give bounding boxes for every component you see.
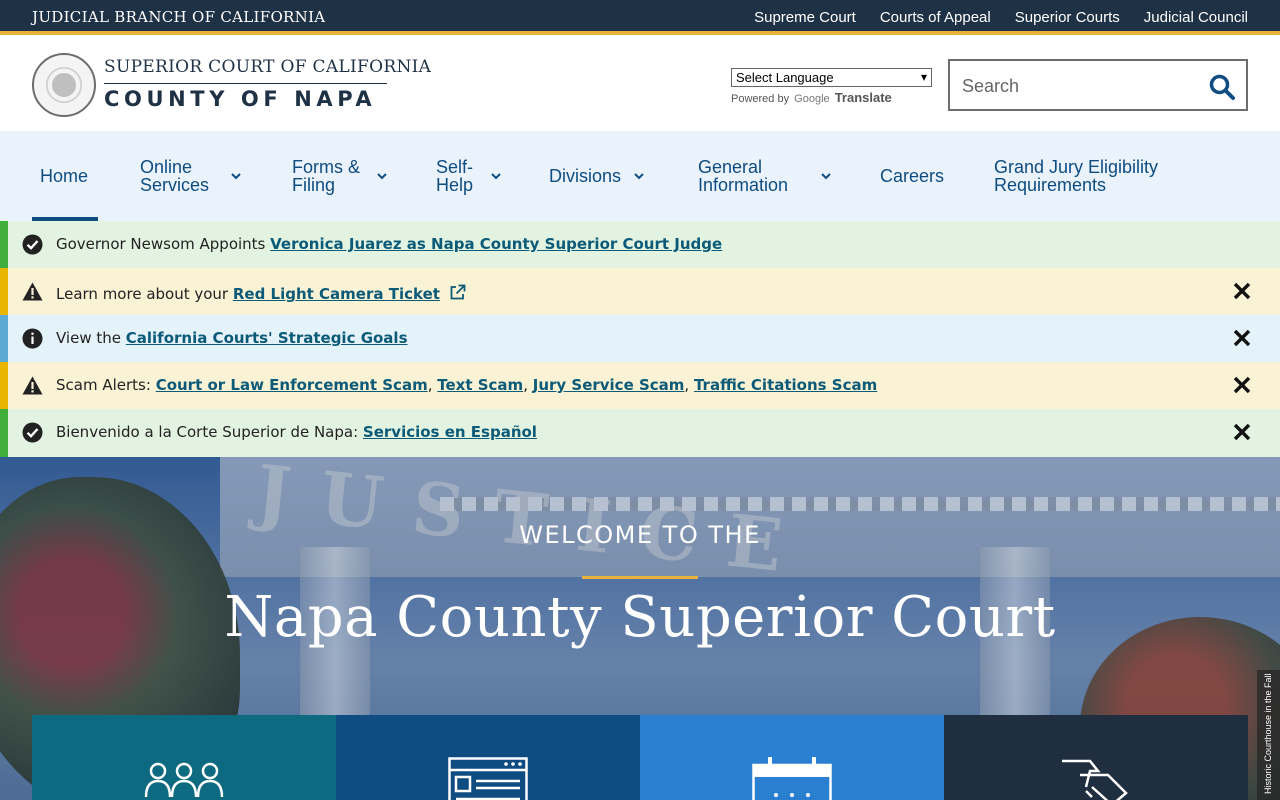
branch-links: Supreme Court Courts of Appeal Superior …: [754, 9, 1248, 26]
alert-text: Scam Alerts: Court or Law Enforcement Sc…: [56, 376, 878, 394]
google-logo-text: Google: [794, 93, 830, 105]
courts-of-appeal-link[interactable]: Courts of Appeal: [880, 9, 991, 26]
alert-text: Governor Newsom Appoints Veronica Juarez…: [56, 235, 722, 253]
red-light-camera-link[interactable]: Red Light Camera Ticket: [233, 285, 440, 303]
nav-online-services[interactable]: Online Services: [140, 131, 242, 221]
quick-link-tile-jury[interactable]: [32, 715, 336, 800]
supreme-court-link[interactable]: Supreme Court: [754, 9, 856, 26]
hero-title: Napa County Superior Court: [224, 585, 1056, 650]
alert-banner: Learn more about your Red Light Camera T…: [0, 268, 1280, 315]
nav-forms-filing-label: Forms & Filing: [292, 157, 361, 195]
chevron-down-icon: [634, 173, 644, 180]
nav-self-help[interactable]: Self-Help: [436, 131, 502, 221]
alert-banner: Governor Newsom Appoints Veronica Juarez…: [0, 221, 1280, 268]
court-name-line1[interactable]: SUPERIOR COURT OF CALIFORNIA: [104, 57, 431, 77]
calendar-icon: [752, 757, 832, 800]
external-link-icon[interactable]: [449, 284, 466, 301]
close-icon[interactable]: [1232, 281, 1252, 301]
photo-caption: Historic Courthouse in the Fall: [1257, 670, 1280, 800]
site-header: SUPERIOR COURT OF CALIFORNIA COUNTY OF N…: [0, 39, 1280, 131]
jury-service-scam-link[interactable]: Jury Service Scam: [533, 376, 685, 394]
judicial-branch-link[interactable]: JUDICIAL BRANCH OF CALIFORNIA: [32, 8, 325, 26]
photo-caption-text: Historic Courthouse in the Fall: [1263, 673, 1273, 794]
alert-text: Bienvenido a la Corte Superior de Napa: …: [56, 423, 537, 441]
text-scam-link[interactable]: Text Scam: [437, 376, 523, 394]
browser-window-icon: [448, 757, 528, 800]
court-name-line2[interactable]: COUNTY OF NAPA: [104, 87, 376, 111]
powered-by-text: Powered by: [731, 93, 790, 105]
quick-link-tile-payments[interactable]: [944, 715, 1248, 800]
chevron-down-icon: [491, 173, 501, 180]
nav-forms-filing[interactable]: Forms & Filing: [292, 131, 388, 221]
nav-general-information-label: General Information: [698, 157, 789, 195]
nav-online-services-label: Online Services: [140, 157, 210, 195]
nav-careers[interactable]: Careers: [880, 131, 944, 221]
alert-prefix: View the: [56, 329, 126, 347]
appointment-link[interactable]: Veronica Juarez as Napa County Superior …: [270, 235, 722, 253]
nav-divisions[interactable]: Divisions: [549, 131, 645, 221]
close-icon[interactable]: [1232, 375, 1252, 395]
alert-banner: Scam Alerts: Court or Law Enforcement Sc…: [0, 362, 1280, 409]
traffic-citations-scam-link[interactable]: Traffic Citations Scam: [694, 376, 877, 394]
spanish-services-link[interactable]: Servicios en Español: [363, 423, 537, 441]
chevron-down-icon: [231, 173, 241, 180]
info-icon: [22, 328, 43, 349]
alert-prefix: Learn more about your: [56, 285, 233, 303]
judicial-council-link[interactable]: Judicial Council: [1144, 9, 1248, 26]
search-icon[interactable]: [1208, 73, 1236, 101]
alert-prefix: Scam Alerts:: [56, 376, 156, 394]
close-icon[interactable]: [1232, 422, 1252, 442]
google-translate-attribution: Powered by Google Translate: [731, 90, 892, 105]
main-navigation: Home Online Services Forms & Filing Self…: [0, 131, 1280, 221]
warning-icon: [22, 376, 43, 395]
alert-banner: Bienvenido a la Corte Superior de Napa: …: [0, 409, 1280, 457]
check-circle-icon: [22, 422, 43, 443]
people-icon: [144, 762, 224, 798]
alert-prefix: Bienvenido a la Corte Superior de Napa:: [56, 423, 363, 441]
strategic-goals-link[interactable]: California Courts' Strategic Goals: [126, 329, 408, 347]
search-box: [948, 59, 1248, 111]
chevron-down-icon: [377, 173, 387, 180]
logo-divider: [104, 83, 387, 84]
nav-divisions-label: Divisions: [549, 166, 622, 186]
close-icon[interactable]: [1232, 328, 1252, 348]
nav-home-label: Home: [40, 166, 89, 186]
nav-home[interactable]: Home: [31, 131, 99, 221]
alert-banner: View the California Courts' Strategic Go…: [0, 315, 1280, 362]
nav-grand-jury-label: Grand Jury Eligibility Requirements: [994, 157, 1159, 195]
superior-courts-link[interactable]: Superior Courts: [1015, 9, 1120, 26]
law-enforcement-scam-link[interactable]: Court or Law Enforcement Scam: [156, 376, 428, 394]
hero-welcome: WELCOME TO THE: [519, 521, 761, 549]
nav-grand-jury[interactable]: Grand Jury Eligibility Requirements: [994, 131, 1184, 221]
search-input[interactable]: [962, 73, 1202, 99]
check-circle-icon: [22, 234, 43, 255]
quick-link-tile-online[interactable]: [336, 715, 640, 800]
alert-text: View the California Courts' Strategic Go…: [56, 329, 408, 347]
payment-document-icon: [1062, 759, 1128, 800]
nav-self-help-label: Self-Help: [436, 157, 474, 195]
translate-link[interactable]: Translate: [835, 90, 892, 105]
court-seal-logo[interactable]: [32, 53, 96, 117]
alert-prefix: Governor Newsom Appoints: [56, 235, 271, 253]
language-select[interactable]: Select Language: [731, 68, 932, 87]
chevron-down-icon: [821, 173, 831, 180]
alert-text: Learn more about your Red Light Camera T…: [56, 282, 466, 303]
hero-divider: [582, 576, 698, 579]
judicial-branch-bar: JUDICIAL BRANCH OF CALIFORNIA Supreme Co…: [0, 0, 1280, 35]
warning-icon: [22, 282, 43, 301]
nav-general-information[interactable]: General Information: [698, 131, 832, 221]
quick-link-tile-calendar[interactable]: [640, 715, 944, 800]
nav-careers-label: Careers: [880, 166, 945, 186]
